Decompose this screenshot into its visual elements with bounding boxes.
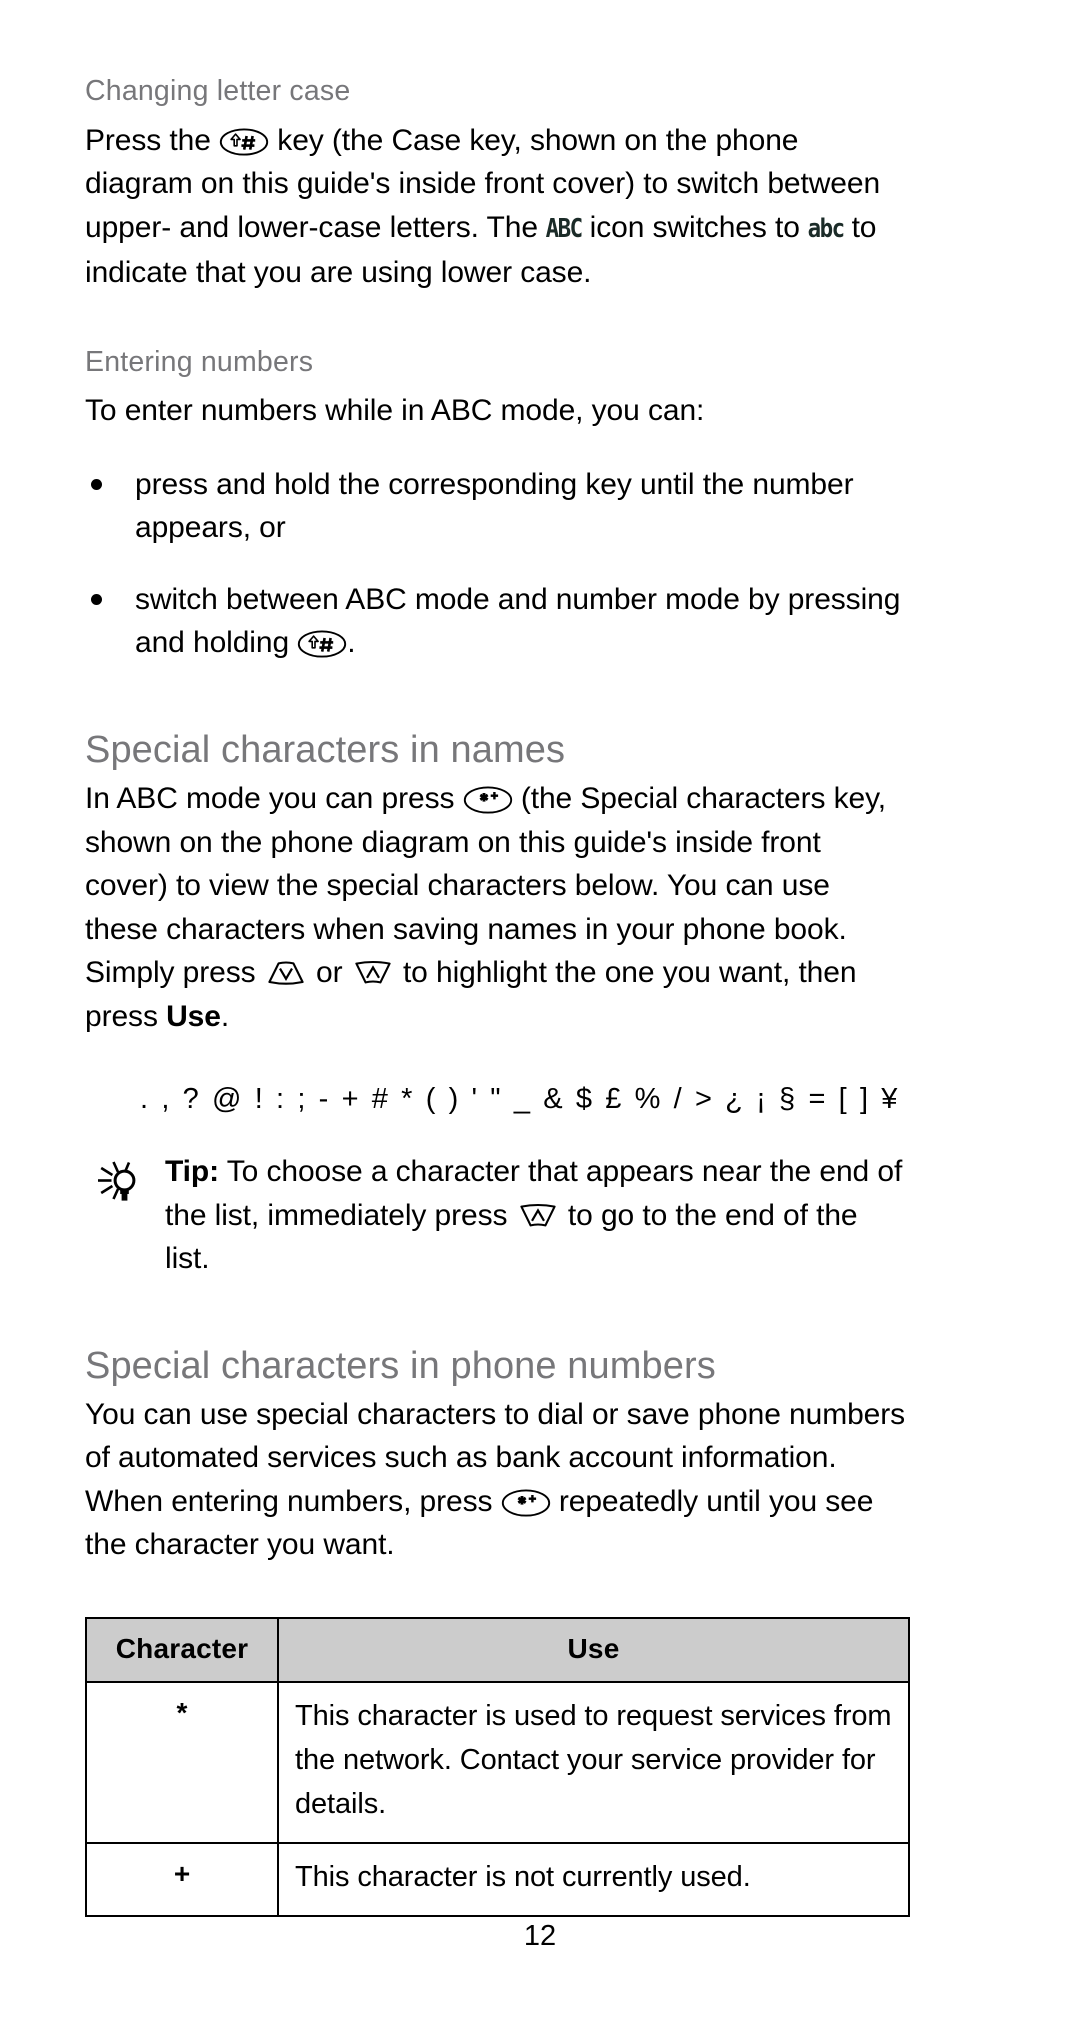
- table-cell-use: This character is not currently used.: [277, 1841, 910, 1917]
- tip-label: Tip:: [165, 1155, 220, 1189]
- list-item: press and hold the corresponding key unt…: [85, 463, 910, 550]
- page-content: Changing letter case Press the key (the …: [85, 74, 910, 1917]
- special-characters-key-icon: [501, 1488, 551, 1518]
- paragraph-entering-numbers-intro: To enter numbers while in ABC mode, you …: [85, 394, 705, 428]
- list-item-text: switch between ABC mode and number mode …: [135, 582, 901, 660]
- list-item: switch between ABC mode and number mode …: [85, 578, 910, 665]
- heading-entering-numbers: Entering numbers: [85, 345, 314, 378]
- special-character-list: . , ? @ ! : ; - + # * ( ) ' " _ & $ £ % …: [140, 1083, 900, 1116]
- use-softkey-label: Use: [166, 999, 221, 1033]
- heading-special-characters-in-phone-numbers: Special characters in phone numbers: [85, 1344, 716, 1387]
- scroll-up-key-icon: [516, 1200, 560, 1232]
- table-row: + This character is not currently used.: [85, 1841, 910, 1917]
- abc-lowercase-indicator-icon: abc: [807, 214, 845, 244]
- text-fragment: or: [307, 956, 351, 990]
- table-header-character: Character: [85, 1616, 279, 1683]
- case-key-icon: [297, 629, 347, 659]
- table-cell-use: This character is used to request servic…: [277, 1680, 910, 1844]
- tip-block: Tip: To choose a character that appears …: [85, 1150, 910, 1281]
- page-number: 12: [523, 1920, 557, 1952]
- scroll-up-key-icon: [351, 957, 395, 989]
- paragraph-special-characters-in-phone-numbers: You can use special characters to dial o…: [85, 1393, 910, 1567]
- heading-changing-letter-case: Changing letter case: [85, 75, 351, 107]
- table-row: * This character is used to request serv…: [85, 1680, 910, 1844]
- scroll-down-key-icon: [264, 957, 308, 989]
- lightbulb-icon: [93, 1156, 145, 1208]
- table-header-row: Character Use: [85, 1616, 910, 1683]
- special-characters-table: Character Use * This character is used t…: [85, 1616, 910, 1917]
- entering-numbers-list: press and hold the corresponding key unt…: [85, 463, 910, 665]
- paragraph-changing-letter-case: Press the key (the Case key, shown on th…: [85, 119, 910, 295]
- case-key-icon: [219, 127, 269, 157]
- special-characters-key-icon: [463, 785, 513, 815]
- text-fragment: icon switches to: [581, 210, 809, 244]
- heading-special-characters-in-names: Special characters in names: [85, 728, 566, 771]
- text-fragment: Press the: [85, 123, 220, 157]
- text-fragment: In ABC mode you can press: [85, 782, 463, 816]
- paragraph-special-characters-in-names: In ABC mode you can press (the Special c…: [85, 777, 910, 1038]
- text-fragment: .: [220, 999, 230, 1033]
- list-item-text: .: [347, 626, 356, 660]
- document-page: Changing letter case Press the key (the …: [0, 0, 1080, 2039]
- table-cell-character: *: [85, 1680, 279, 1844]
- bullet-dot-icon: [91, 478, 102, 490]
- abc-uppercase-indicator-icon: ABC: [545, 214, 583, 244]
- table-cell-character: +: [85, 1841, 279, 1917]
- table-header-use: Use: [277, 1616, 910, 1683]
- list-item-text: press and hold the corresponding key unt…: [135, 467, 854, 545]
- bullet-dot-icon: [91, 593, 102, 605]
